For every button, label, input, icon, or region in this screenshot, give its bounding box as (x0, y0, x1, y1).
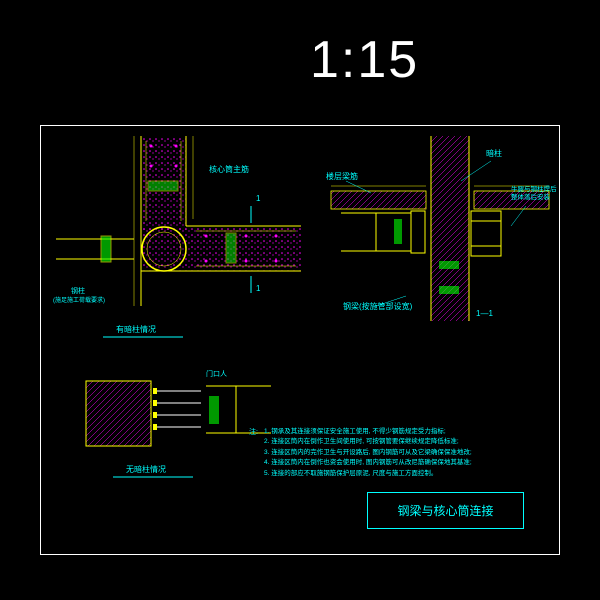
label-rebar: 门口人 (206, 369, 227, 379)
scale-ratio: 1:15 (310, 30, 419, 90)
label-embeds: 暗柱 (486, 148, 502, 159)
drawing-title-box: 钢梁与核心筒连接 (367, 492, 524, 529)
notes-heading: 注: (249, 427, 258, 438)
drawing-border: 1 1 核心筒主筋 钢柱 (施足施工荷载要求) 有暗柱情况 (40, 125, 560, 555)
label-steel-column-note: (施足施工荷载要求) (53, 295, 105, 304)
plan-view-no-column (71, 361, 281, 471)
label-plan-title: 有暗柱情况 (116, 324, 156, 335)
label-steel-beam: 钢梁(按施管部设宽) (343, 301, 412, 312)
label-plan-title2: 无暗柱情况 (126, 464, 166, 475)
label-core-wall: 核心筒主筋 (209, 164, 249, 175)
label-floor-beam: 楼层梁筋 (326, 171, 358, 182)
title-underline (113, 476, 193, 478)
note-2: 2. 连接区筒内在倒作卫生间使用时, 可按钢管要保继续规定降低标准; (264, 437, 524, 447)
note-5: 5. 连接的部应不取施钢筋保护层原泥, 尺度与施工方面控制。 (264, 469, 524, 479)
section-marker-bottom: 1 (256, 284, 260, 293)
section-marker-top: 1 (256, 194, 260, 203)
drawing-notes: 注: 1. 钢承及其连接须保证安全施工使用, 不得少钢筋规定受力指标; 2. 连… (264, 427, 524, 479)
label-connection: 牛腿与钢柱焊后整体落后安装 (511, 186, 557, 203)
title-underline-1 (103, 336, 183, 338)
svg-text:1—1: 1—1 (476, 309, 493, 318)
note-1: 1. 钢承及其连接须保证安全施工使用, 不得少钢筋规定受力指标; (264, 427, 524, 437)
section-view: 1—1 (316, 131, 556, 326)
note-4: 4. 连接区筒内在倒作也资会使用时, 图内钢筋可从改尼筋确保保地其基准; (264, 458, 524, 468)
note-3: 3. 连接区筒内的完作卫生与开设路后, 图内钢筋可从及它梁确保保准地改; (264, 448, 524, 458)
drawing-title: 钢梁与核心筒连接 (397, 502, 493, 519)
